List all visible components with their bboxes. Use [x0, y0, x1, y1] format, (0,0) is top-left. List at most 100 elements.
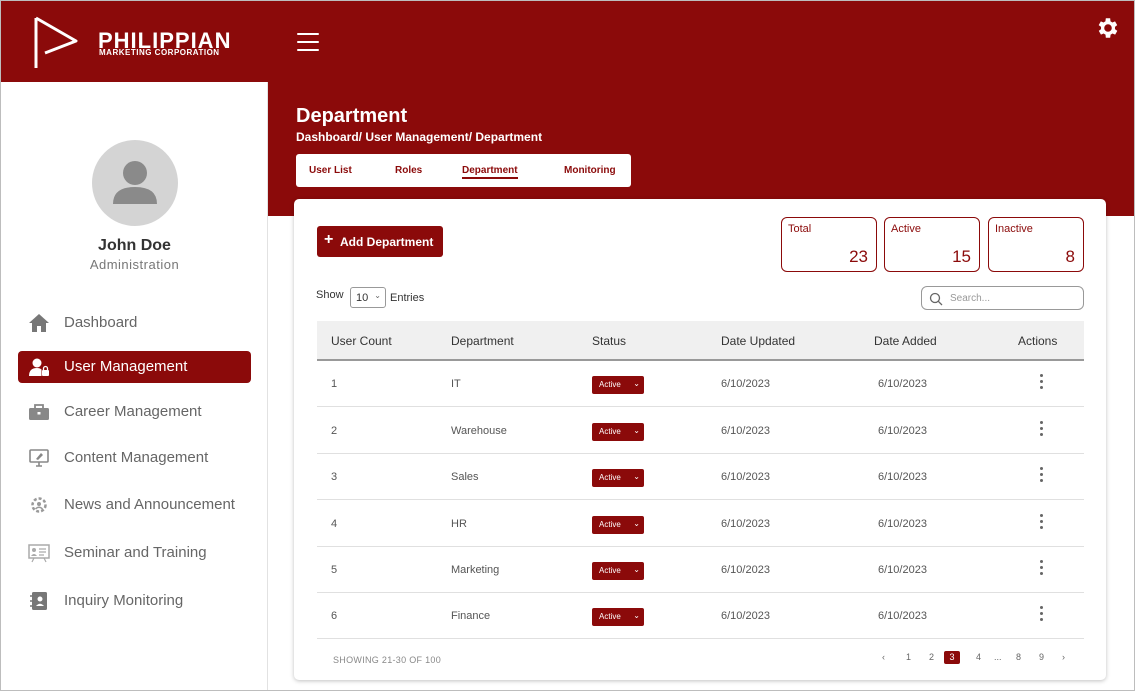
monitor-edit-icon: [29, 449, 49, 467]
table-header: User Count Department Status Date Update…: [317, 321, 1084, 361]
sidebar-item-user-management[interactable]: User Management: [18, 351, 251, 383]
more-actions-icon[interactable]: [1036, 514, 1046, 532]
add-department-button[interactable]: + Add Department: [317, 226, 443, 257]
cell-department: HR: [451, 518, 467, 530]
status-dropdown[interactable]: Active ⌄: [592, 376, 644, 394]
page-number[interactable]: 4: [976, 652, 981, 662]
page-size-value: 10: [356, 292, 369, 304]
sidebar-item-inquiry-monitoring[interactable]: Inquiry Monitoring: [18, 585, 251, 617]
status-label: Active: [599, 566, 621, 575]
page-number[interactable]: 8: [1016, 652, 1021, 662]
sidebar-item-content-management[interactable]: Content Management: [18, 442, 251, 474]
cell-user-count: 4: [331, 518, 338, 530]
cell-date-added: 6/10/2023: [878, 518, 927, 530]
cell-date-updated: 6/10/2023: [721, 610, 770, 622]
top-header: PHILIPPIAN MARKETING CORPORATION: [1, 1, 1134, 82]
table-row[interactable]: 5 Marketing Active ⌄ 6/10/2023 6/10/2023: [317, 547, 1084, 593]
prev-page-icon[interactable]: ‹: [882, 652, 885, 662]
status-label: Active: [599, 427, 621, 436]
tab-roles[interactable]: Roles: [395, 165, 422, 176]
table-row[interactable]: 2 Warehouse Active ⌄ 6/10/2023 6/10/2023: [317, 408, 1084, 454]
sidebar: John Doe Administration Dashboard User M…: [1, 82, 268, 690]
entries-label: Entries: [390, 292, 425, 304]
sidebar-item-label: Dashboard: [64, 314, 138, 331]
status-dropdown[interactable]: Active ⌄: [592, 423, 644, 441]
tab-department[interactable]: Department: [462, 165, 518, 179]
pagination: ‹ 1 2 3 4... 8 9 ›: [879, 651, 1079, 667]
column-header[interactable]: Date Added: [874, 334, 937, 348]
add-department-label: Add Department: [340, 235, 434, 249]
more-actions-icon[interactable]: [1036, 560, 1046, 578]
cell-user-count: 3: [331, 471, 338, 483]
status-dropdown[interactable]: Active ⌄: [592, 608, 644, 626]
home-icon: [29, 314, 49, 332]
column-header[interactable]: Department: [451, 334, 514, 348]
cell-date-added: 6/10/2023: [878, 425, 927, 437]
column-header[interactable]: Actions: [1018, 334, 1057, 348]
page-number[interactable]: 9: [1039, 652, 1044, 662]
sidebar-item-news-and-announcement[interactable]: News and Announcement: [18, 489, 251, 521]
pagination-ellipsis: ...: [994, 652, 1002, 662]
stat-value: 8: [1065, 247, 1075, 266]
page-number[interactable]: 3: [944, 651, 960, 664]
table-row[interactable]: 1 IT Active ⌄ 6/10/2023 6/10/2023: [317, 361, 1084, 407]
stat-label: Active: [891, 223, 921, 235]
table-row[interactable]: 4 HR Active ⌄ 6/10/2023 6/10/2023: [317, 501, 1084, 547]
page-number[interactable]: 1: [906, 652, 911, 662]
table-row[interactable]: 3 Sales Active ⌄ 6/10/2023 6/10/2023: [317, 454, 1084, 500]
status-dropdown[interactable]: Active ⌄: [592, 516, 644, 534]
next-page-icon[interactable]: ›: [1062, 652, 1065, 662]
cell-user-count: 1: [331, 378, 338, 390]
cell-date-updated: 6/10/2023: [721, 425, 770, 437]
cell-date-updated: 6/10/2023: [721, 518, 770, 530]
user-silhouette-icon: [113, 161, 157, 204]
sidebar-item-career-management[interactable]: Career Management: [18, 396, 251, 428]
tab-monitoring[interactable]: Monitoring: [564, 165, 616, 176]
sidebar-item-label: User Management: [64, 358, 188, 375]
more-actions-icon[interactable]: [1036, 606, 1046, 624]
column-header[interactable]: Date Updated: [721, 334, 795, 348]
briefcase-icon: [29, 404, 49, 420]
sidebar-item-label: News and Announcement: [64, 496, 235, 513]
sidebar-item-seminar-and-training[interactable]: Seminar and Training: [18, 537, 251, 569]
brand-logo[interactable]: PHILIPPIAN MARKETING CORPORATION: [31, 15, 241, 71]
page-number[interactable]: 2: [929, 652, 934, 662]
status-label: Active: [599, 473, 621, 482]
cell-user-count: 2: [331, 425, 338, 437]
breadcrumb: Dashboard/ User Management/ Department: [296, 130, 543, 144]
cell-date-updated: 6/10/2023: [721, 471, 770, 483]
page-size-select[interactable]: 10 ⌄: [350, 287, 386, 308]
sidebar-item-dashboard[interactable]: Dashboard: [18, 307, 251, 339]
cell-date-added: 6/10/2023: [878, 564, 927, 576]
brand-subtitle: MARKETING CORPORATION: [99, 48, 220, 57]
chevron-down-icon: ⌄: [633, 519, 640, 528]
column-header[interactable]: Status: [592, 334, 626, 348]
status-dropdown[interactable]: Active ⌄: [592, 469, 644, 487]
more-actions-icon[interactable]: [1036, 467, 1046, 485]
status-dropdown[interactable]: Active ⌄: [592, 562, 644, 580]
cell-user-count: 6: [331, 610, 338, 622]
sidebar-item-label: Content Management: [64, 449, 209, 466]
avatar[interactable]: [92, 140, 178, 226]
more-actions-icon[interactable]: [1036, 421, 1046, 439]
cell-date-added: 6/10/2023: [878, 378, 927, 390]
cell-date-updated: 6/10/2023: [721, 378, 770, 390]
cell-department: Warehouse: [451, 425, 507, 437]
cell-department: Marketing: [451, 564, 500, 576]
stat-active: Active 15: [884, 217, 980, 272]
cell-department: Finance: [451, 610, 491, 622]
table-row[interactable]: 6 Finance Active ⌄ 6/10/2023 6/10/2023: [317, 593, 1084, 639]
status-label: Active: [599, 612, 621, 621]
department-card: + Add Department Total 23 Active 15 Inac…: [294, 199, 1106, 680]
more-actions-icon[interactable]: [1036, 374, 1046, 392]
cell-user-count: 5: [331, 564, 338, 576]
user-role: Administration: [89, 257, 180, 272]
column-header[interactable]: User Count: [331, 334, 392, 348]
menu-toggle-icon[interactable]: [297, 33, 319, 53]
status-label: Active: [599, 520, 621, 529]
settings-gear-icon[interactable]: [1095, 15, 1121, 41]
tab-user-list[interactable]: User List: [309, 165, 352, 176]
search-input[interactable]: Search...: [921, 286, 1084, 310]
cell-department: IT: [451, 378, 461, 390]
chevron-down-icon: ⌄: [633, 565, 640, 574]
